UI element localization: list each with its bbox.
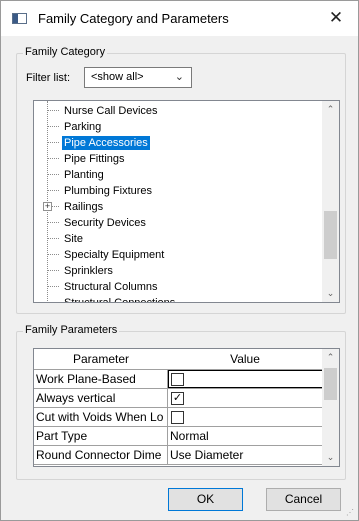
tree-item[interactable]: Specialty Equipment [34,247,314,263]
tree-item-label: Railings [64,201,104,213]
tree-item[interactable]: Site [34,231,314,247]
tree-connector [47,302,59,303]
parameter-cell: Cut with Voids When Lo [34,408,168,426]
tree-item[interactable]: Nurse Call Devices [34,103,314,119]
tree-item[interactable]: Security Devices [34,215,314,231]
tree-connector [47,238,59,239]
parameters-grid-scrollbar[interactable]: ⌃ ⌄ [322,349,339,466]
tree-item[interactable]: Pipe Accessories [34,135,314,151]
category-tree[interactable]: Nurse Call Devices Parking Pipe Accessorie… [33,100,340,303]
tree-connector [47,286,59,287]
scroll-up-icon[interactable]: ⌃ [322,101,339,118]
scroll-thumb[interactable] [324,211,337,259]
title-bar: Family Category and Parameters ✕ [1,1,358,36]
tree-item[interactable]: Sprinklers [34,263,314,279]
tree-item-label: Sprinklers [64,265,113,277]
tree-connector [47,270,59,271]
dialog-window: Family Category and Parameters ✕ Family … [0,0,359,521]
column-header-parameter[interactable]: Parameter [34,349,169,370]
checkbox-unchecked[interactable] [171,411,184,424]
tree-connector [47,222,59,223]
table-row[interactable]: Always vertical ✓ [34,389,323,408]
table-row[interactable]: Cut with Voids When Lo [34,408,323,427]
tree-connector [47,142,59,143]
resize-grip-icon[interactable]: ⋰ [346,508,355,517]
tree-item[interactable]: Plumbing Fixtures [34,183,314,199]
checkbox-checked[interactable]: ✓ [171,392,184,405]
tree-item[interactable]: + Railings [34,199,314,215]
tree-item-label: Planting [64,169,104,181]
filter-list-dropdown[interactable]: <show all> ⌄ [84,67,192,88]
filter-list-label: Filter list: [26,72,70,84]
tree-item-label: Nurse Call Devices [64,105,158,117]
tree-item-label: Pipe Fittings [64,153,125,165]
tree-item-label: Structural Columns [64,281,158,293]
tree-connector [47,158,59,159]
chevron-down-icon: ⌄ [174,71,184,83]
category-tree-scrollbar[interactable]: ⌃ ⌄ [322,101,339,302]
value-cell[interactable] [168,408,323,426]
dialog-icon [12,13,27,24]
tree-connector [47,174,59,175]
cancel-button[interactable]: Cancel [266,488,341,511]
scroll-down-icon[interactable]: ⌄ [322,285,339,302]
tree-item-label: Structural Connections [64,297,176,303]
tree-item-label: Pipe Accessories [62,136,150,150]
table-row[interactable]: Work Plane-Based [34,370,323,389]
parameter-cell: Round Connector Dime [34,446,168,464]
tree-item[interactable]: Parking [34,119,314,135]
tree-connector [47,110,59,111]
tree-connector [47,254,59,255]
scroll-thumb[interactable] [324,368,337,400]
tree-item[interactable]: Structural Connections [34,295,314,303]
tree-item-label: Security Devices [64,217,146,229]
value-cell[interactable]: Use Diameter [168,446,323,464]
expand-plus-icon[interactable]: + [43,202,52,211]
value-cell[interactable] [168,370,323,388]
column-header-value[interactable]: Value [168,349,323,370]
scroll-down-icon[interactable]: ⌄ [322,449,339,466]
tree-item-label: Plumbing Fixtures [64,185,153,197]
parameter-cell: Always vertical [34,389,168,407]
table-row[interactable]: Part Type Normal [34,427,323,446]
tree-item-label: Specialty Equipment [64,249,165,261]
filter-list-value: <show all> [91,71,144,83]
parameter-cell: Part Type [34,427,168,445]
ok-button[interactable]: OK [168,488,243,511]
family-parameters-label: Family Parameters [23,324,120,336]
tree-item[interactable]: Pipe Fittings [34,151,314,167]
window-title: Family Category and Parameters [38,11,229,26]
tree-item-label: Parking [64,121,102,133]
table-row[interactable]: Round Connector Dime Use Diameter [34,446,323,465]
value-cell[interactable]: ✓ [168,389,323,407]
close-icon[interactable]: ✕ [314,1,358,36]
tree-connector [47,126,59,127]
value-cell[interactable]: Normal [168,427,323,445]
family-category-label: Family Category [23,46,108,58]
tree-item[interactable]: Planting [34,167,314,183]
checkbox-unchecked[interactable] [171,373,184,386]
parameters-grid[interactable]: Parameter Value Work Plane-Based Always v… [33,348,340,467]
scroll-up-icon[interactable]: ⌃ [322,349,339,366]
tree-item[interactable]: Structural Columns [34,279,314,295]
tree-item-label: Site [64,233,83,245]
parameter-cell: Work Plane-Based [34,370,168,388]
tree-connector [47,190,59,191]
